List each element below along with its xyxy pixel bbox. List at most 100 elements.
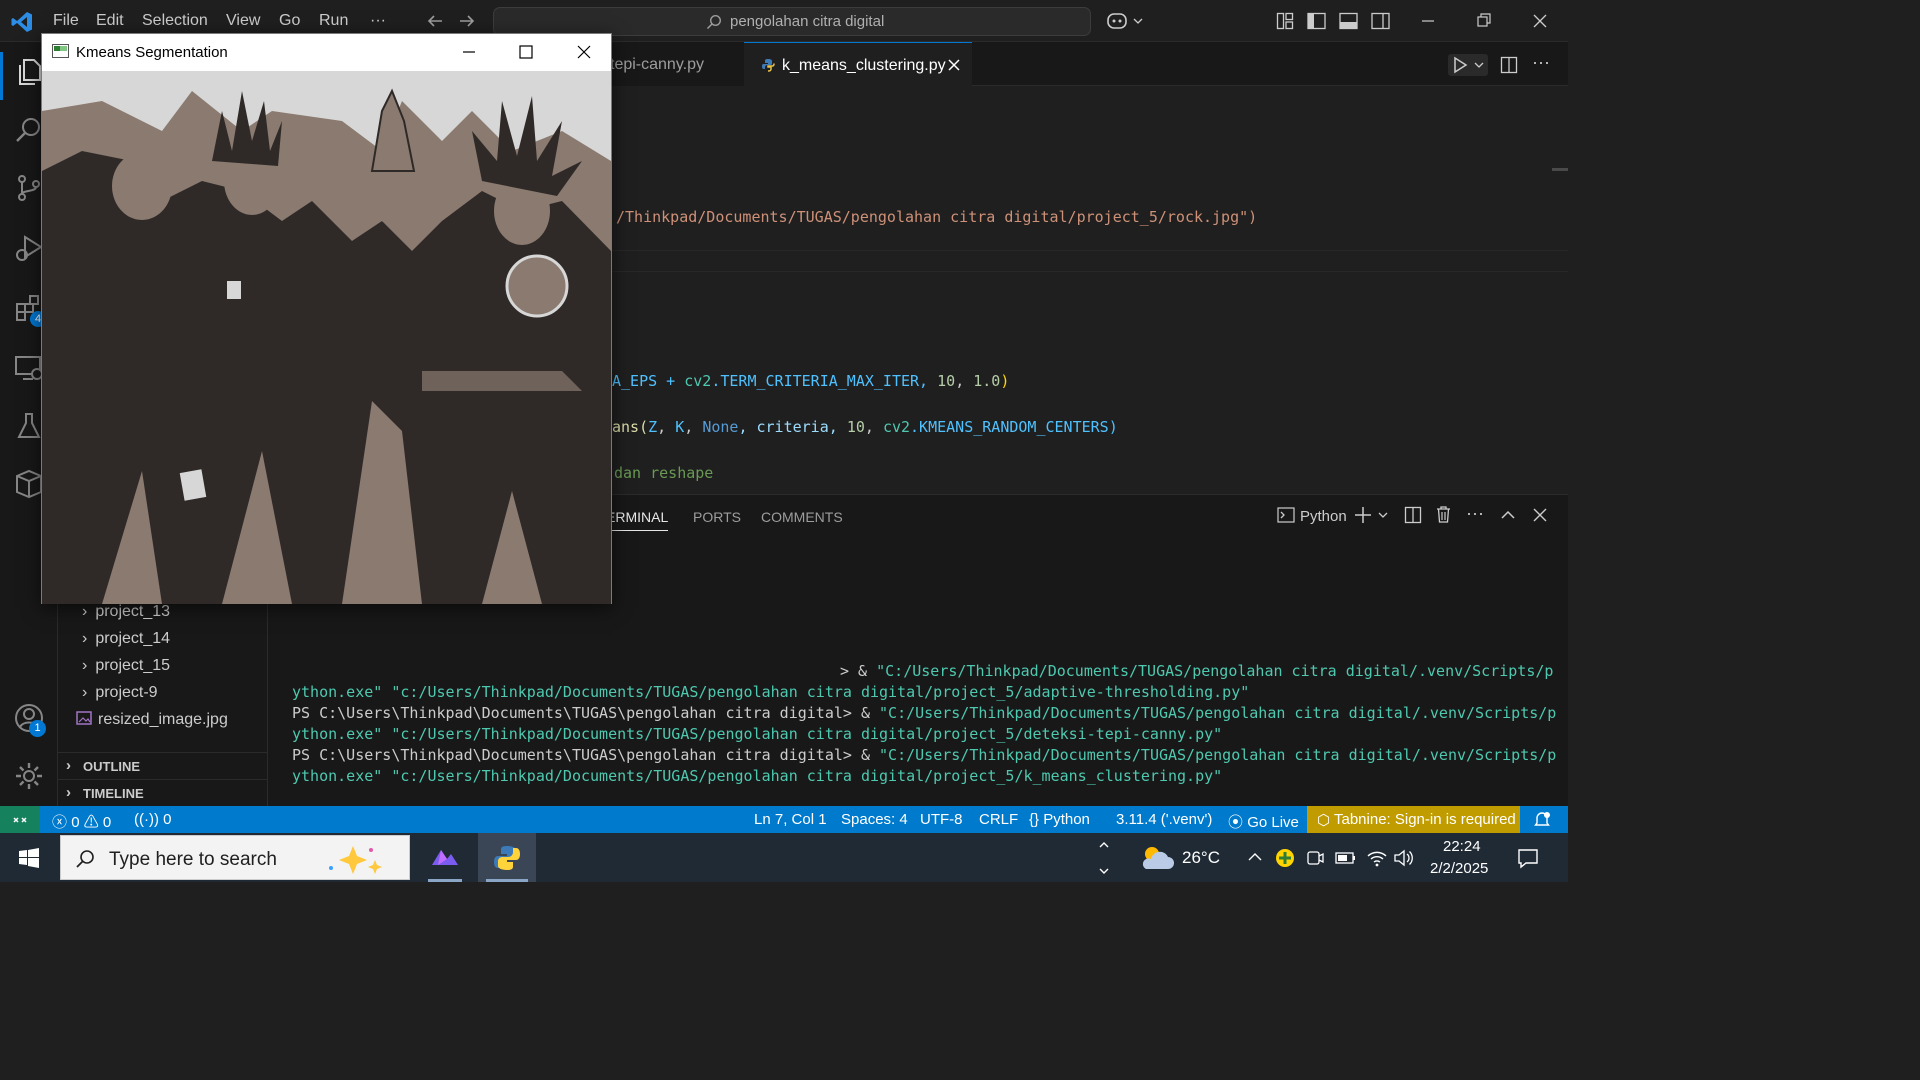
forward-arrow-icon[interactable] <box>458 12 476 30</box>
menu-edit[interactable]: Edit <box>96 12 124 30</box>
settings-gear-icon[interactable] <box>13 760 45 792</box>
show-more-arrows-icon[interactable] <box>1097 837 1111 879</box>
notifications-bell-icon[interactable] <box>1534 811 1550 828</box>
code-line-kmeans: ans(Z, K, None, criteria, 10, cv2.KMEANS… <box>612 418 1118 436</box>
menu-go[interactable]: Go <box>279 12 300 30</box>
language-mode[interactable]: {} Python <box>1029 811 1090 828</box>
line-endings[interactable]: CRLF <box>979 811 1018 828</box>
search-icon <box>706 14 722 30</box>
volume-icon[interactable] <box>1393 848 1415 868</box>
menu-more[interactable]: ··· <box>370 12 386 30</box>
go-live-button[interactable]: ⦿ Go Live <box>1228 811 1299 832</box>
command-center-search[interactable]: pengolahan citra digital <box>493 7 1091 36</box>
battery-icon[interactable] <box>1335 850 1357 866</box>
restore-icon[interactable] <box>1476 12 1492 30</box>
toggle-secondary-sidebar-icon[interactable] <box>1371 12 1390 30</box>
close-panel-icon[interactable] <box>1532 507 1548 523</box>
more-actions-icon[interactable]: ··· <box>1466 503 1484 524</box>
run-python-file-icon[interactable] <box>1448 54 1488 76</box>
segmented-image <box>42 71 611 604</box>
encoding[interactable]: UTF-8 <box>920 811 963 828</box>
error-count: 0 <box>71 814 80 831</box>
terminal-line: ython.exe" "c:/Users/Thinkpad/Documents/… <box>292 767 1222 785</box>
tabnine-icon: ⬡ <box>1317 812 1331 829</box>
code-token: , <box>955 372 974 390</box>
weather-cloudy-icon[interactable] <box>1138 843 1176 873</box>
tray-app-icon[interactable] <box>1275 848 1295 868</box>
tabnine-status[interactable]: ⬡ Tabnine: Sign-in is required <box>1307 806 1520 833</box>
folder-label: project_15 <box>95 657 171 674</box>
folder-label: project-9 <box>95 684 158 701</box>
chevron-right-icon: › <box>66 784 71 801</box>
timeline-section[interactable]: › TIMELINE <box>58 779 268 805</box>
minimap-slider[interactable] <box>1552 168 1568 171</box>
indentation[interactable]: Spaces: 4 <box>841 811 908 828</box>
remote-indicator[interactable] <box>0 806 40 833</box>
menu-view[interactable]: View <box>226 12 260 30</box>
terminal-line: ython.exe" "c:/Users/Thinkpad/Documents/… <box>292 725 1222 743</box>
python-interpreter[interactable]: 3.11.4 ('.venv') <box>1116 811 1212 828</box>
folder-project-13[interactable]: › project_13 <box>82 603 170 621</box>
weather-temp[interactable]: 26°C <box>1182 848 1220 868</box>
clock-time[interactable]: 22:24 <box>1443 838 1481 855</box>
jacket-patch <box>505 254 569 318</box>
customize-layout-icon[interactable] <box>1276 12 1294 30</box>
windows-start-icon[interactable] <box>19 848 39 868</box>
problems-indicator[interactable]: ⓧ 0 ⚠ 0 <box>52 811 111 832</box>
code-token: A_EPS + <box>612 372 685 390</box>
close-window-icon[interactable] <box>1532 12 1548 30</box>
code-token: ) <box>1000 372 1010 390</box>
terminal-shell-label[interactable]: Python <box>1300 508 1347 525</box>
notification-center-icon[interactable] <box>1517 847 1539 869</box>
menu-selection[interactable]: Selection <box>142 12 208 30</box>
toggle-primary-sidebar-icon[interactable] <box>1307 12 1326 30</box>
broadcast-icon: ⦿ <box>1228 814 1244 831</box>
folder-project-14[interactable]: › project_14 <box>82 630 170 648</box>
more-actions-icon[interactable]: ··· <box>1532 52 1550 73</box>
close-tab-icon[interactable] <box>948 59 960 71</box>
window-title: Kmeans Segmentation <box>76 44 228 61</box>
meet-now-icon[interactable] <box>1306 848 1324 868</box>
toggle-panel-icon[interactable] <box>1339 12 1358 30</box>
split-editor-icon[interactable] <box>1500 56 1518 74</box>
code-token: cv2 <box>882 418 911 436</box>
trash-icon[interactable] <box>1435 505 1452 524</box>
tab-terminal[interactable]: ERMINAL <box>606 509 669 531</box>
app-window-icon <box>52 44 69 58</box>
clock-date[interactable]: 2/2/2025 <box>1430 860 1488 877</box>
close-icon[interactable] <box>576 43 592 61</box>
kmeans-segmentation-window[interactable]: Kmeans Segmentation <box>41 33 612 604</box>
tab-comments[interactable]: COMMENTS <box>761 509 843 525</box>
chevron-up-icon[interactable] <box>1247 850 1263 864</box>
vscode-logo-icon[interactable] <box>10 10 34 34</box>
taskbar-app-python[interactable] <box>478 833 536 882</box>
wifi-icon[interactable] <box>1366 848 1388 868</box>
maximize-panel-icon[interactable] <box>1500 507 1516 523</box>
timeline-label: TIMELINE <box>83 786 144 801</box>
taskbar-search[interactable]: Type here to search <box>60 835 410 880</box>
tab-ports[interactable]: PORTS <box>693 509 741 525</box>
tab-k-means-clustering[interactable]: k_means_clustering.py <box>744 42 972 86</box>
ports-indicator[interactable]: ((·)) 0 <box>134 811 172 828</box>
folder-project-15[interactable]: › project_15 <box>82 657 170 675</box>
chevron-right-icon: › <box>82 630 88 647</box>
chevron-right-icon: › <box>82 657 88 674</box>
cursor-position[interactable]: Ln 7, Col 1 <box>754 811 827 828</box>
minimize-icon[interactable] <box>461 43 477 61</box>
taskbar-app-photos[interactable] <box>420 833 470 882</box>
minimize-icon[interactable] <box>1420 12 1436 30</box>
back-arrow-icon[interactable] <box>426 12 444 30</box>
file-resized-image[interactable]: resized_image.jpg <box>76 711 228 729</box>
code-token: cv2 <box>684 372 712 390</box>
outline-section[interactable]: › OUTLINE <box>58 752 268 778</box>
code-token: , criteria, <box>738 418 847 436</box>
menu-run[interactable]: Run <box>319 12 348 30</box>
new-terminal-icon[interactable] <box>1354 505 1390 525</box>
folder-project-9[interactable]: › project-9 <box>82 684 158 702</box>
tabnine-label: Tabnine: Sign-in is required <box>1334 811 1516 828</box>
copilot-icon[interactable] <box>1106 11 1146 31</box>
menu-file[interactable]: File <box>53 12 79 30</box>
maximize-icon[interactable] <box>518 43 534 61</box>
split-terminal-icon[interactable] <box>1404 506 1422 524</box>
photos-app-icon <box>432 850 458 865</box>
